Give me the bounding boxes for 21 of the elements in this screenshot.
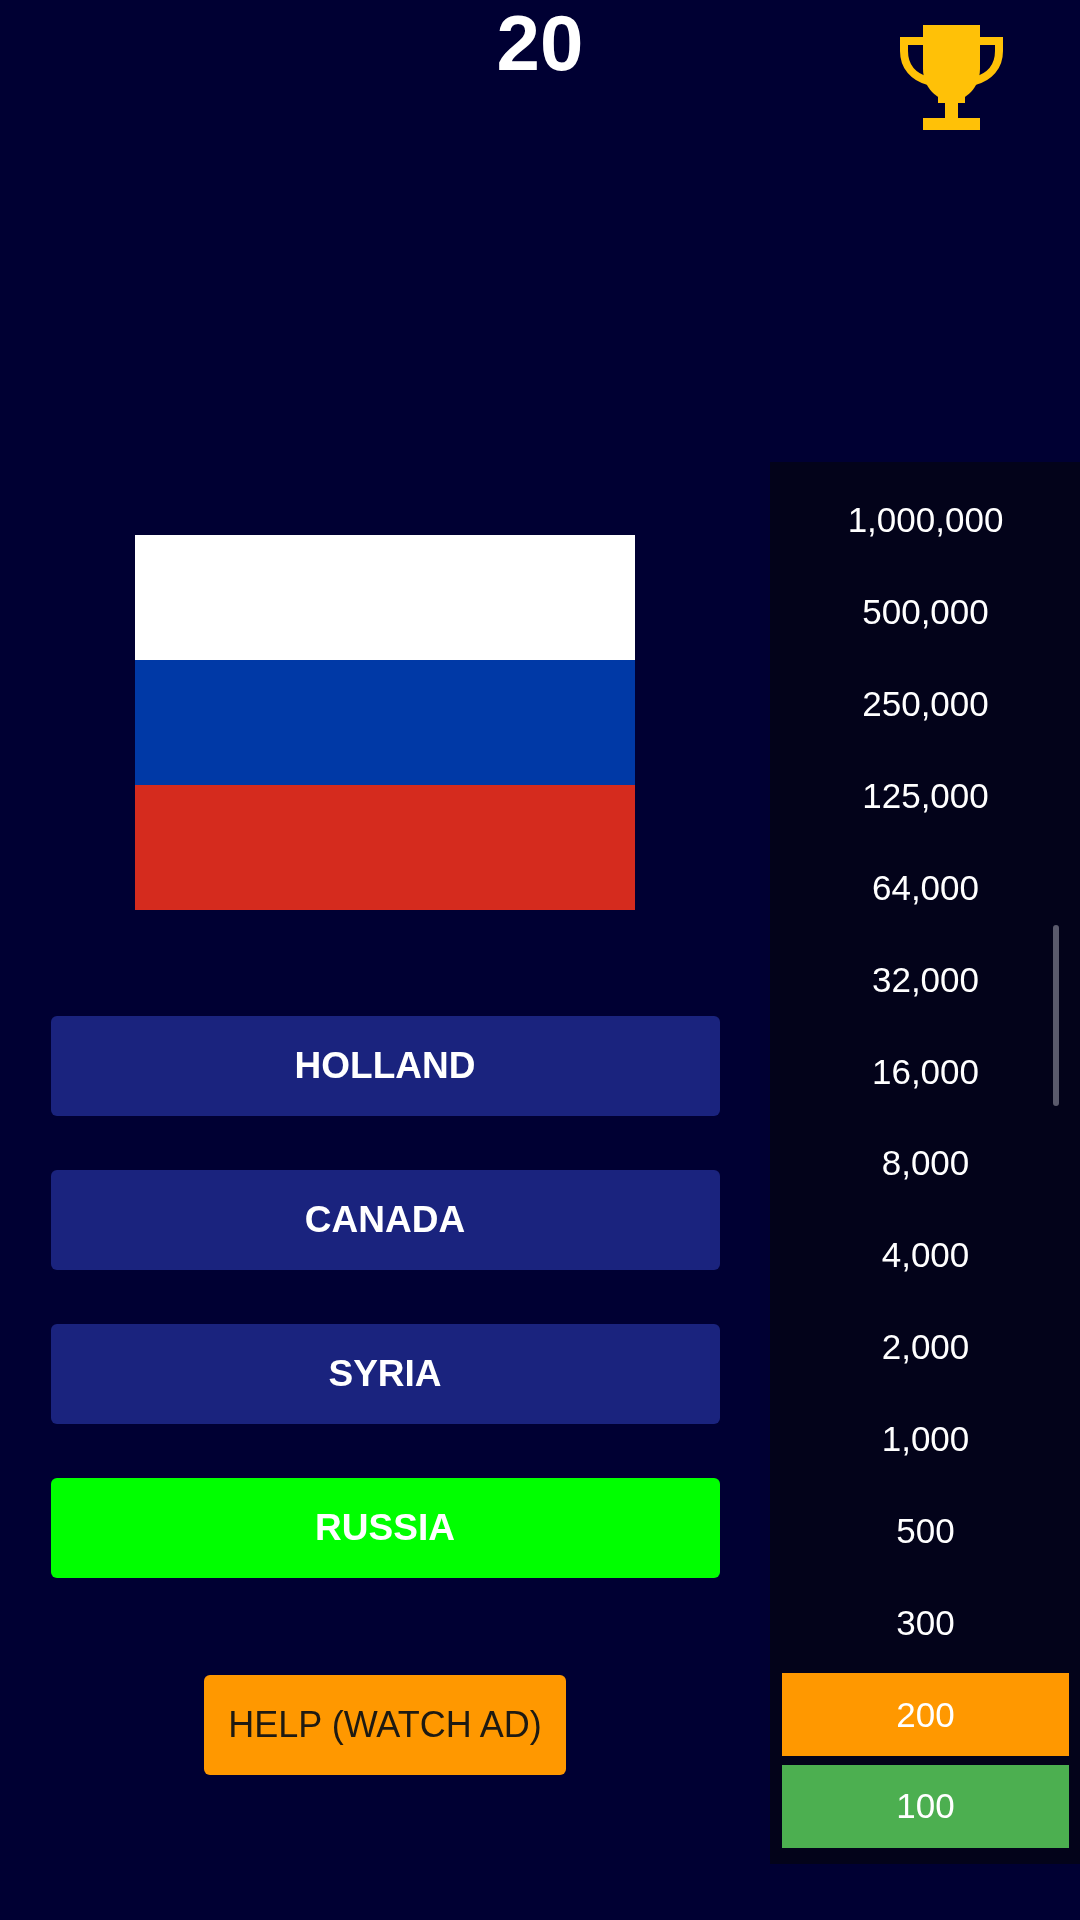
prize-amount: 500,000 [861, 591, 990, 634]
prize-amount: 64,000 [870, 866, 981, 909]
trophy-icon[interactable] [900, 25, 1003, 130]
prize-amount: 200 [782, 1673, 1069, 1757]
prize-amount: 500 [895, 1509, 956, 1552]
prize-amount: 32,000 [870, 958, 981, 1001]
help-button[interactable]: HELP (WATCH AD) [204, 1675, 566, 1775]
prize-amount: 250,000 [861, 683, 990, 726]
prize-amount: 16,000 [870, 1050, 981, 1093]
prize-amount: 125,000 [861, 775, 990, 817]
prize-amount: 2,000 [880, 1326, 971, 1369]
prize-amount: 8,000 [880, 1142, 971, 1185]
answer-button[interactable]: CANADA [50, 1170, 720, 1270]
prize-amount: 300 [895, 1601, 956, 1644]
score-counter: 20 [496, 0, 584, 82]
prize-amount: 4,000 [880, 1234, 971, 1277]
answer-button[interactable]: SYRIA [50, 1324, 720, 1424]
answer-button[interactable]: HOLLAND [50, 1016, 720, 1116]
prize-amount: 1,000,000 [846, 499, 1005, 542]
prize-amount: 100 [782, 1765, 1069, 1848]
prize-amount: 1,000 [880, 1418, 971, 1460]
